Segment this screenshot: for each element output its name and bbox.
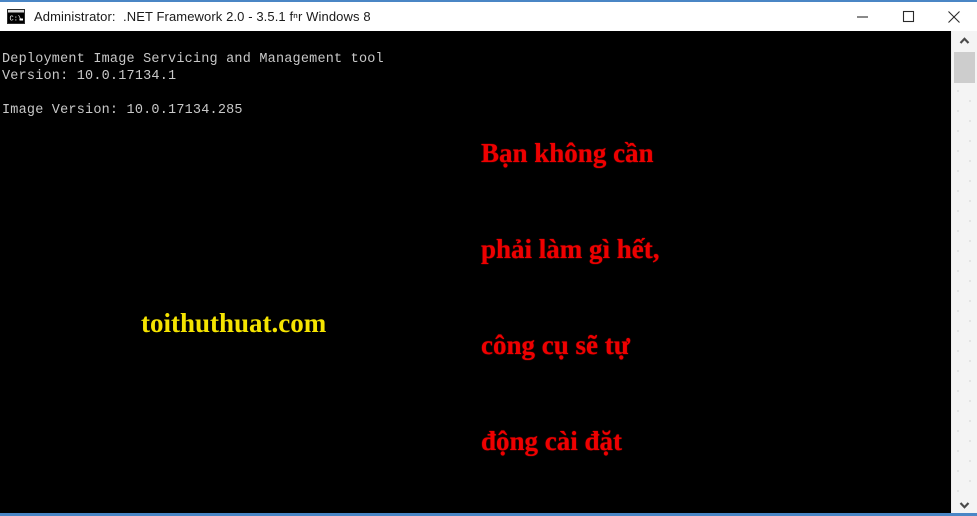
close-button[interactable] — [931, 2, 977, 31]
console-icon: C:\ — [7, 9, 25, 24]
chevron-up-icon — [959, 37, 970, 44]
scrollbar-down-button[interactable] — [952, 495, 977, 513]
window-title: Administrator: .NET Framework 2.0 - 3.5.… — [34, 9, 371, 24]
minimize-button[interactable] — [839, 2, 885, 31]
maximize-button[interactable] — [885, 2, 931, 31]
scrollbar-track-texture — [952, 85, 977, 495]
maximize-icon — [902, 10, 914, 23]
console-output-text: Deployment Image Servicing and Managemen… — [2, 52, 384, 118]
console-output-area[interactable]: Deployment Image Servicing and Managemen… — [0, 31, 951, 513]
vertical-scrollbar[interactable] — [951, 31, 977, 513]
red-annotation-line-4: động cài đặt — [481, 426, 623, 456]
minimize-icon — [856, 16, 868, 18]
site-watermark: toithuthuat.com — [141, 308, 327, 338]
red-annotation-overlay: Bạn không cần phải làm gì hết, công cụ s… — [481, 73, 660, 513]
chevron-down-icon — [959, 502, 970, 509]
close-icon — [948, 10, 960, 23]
red-annotation-line-2: phải làm gì hết, — [481, 234, 660, 264]
title-bar[interactable]: C:\ Administrator: .NET Framework 2.0 - … — [0, 2, 977, 31]
red-annotation-line-3: công cụ sẽ tự — [481, 330, 630, 360]
scrollbar-up-button[interactable] — [952, 31, 977, 51]
console-window: C:\ Administrator: .NET Framework 2.0 - … — [0, 0, 977, 516]
scrollbar-thumb[interactable] — [954, 52, 975, 83]
red-annotation-line-1: Bạn không cần — [481, 138, 654, 168]
scrollbar-track[interactable] — [952, 51, 977, 495]
console-icon-glyph: C:\ — [7, 9, 25, 24]
